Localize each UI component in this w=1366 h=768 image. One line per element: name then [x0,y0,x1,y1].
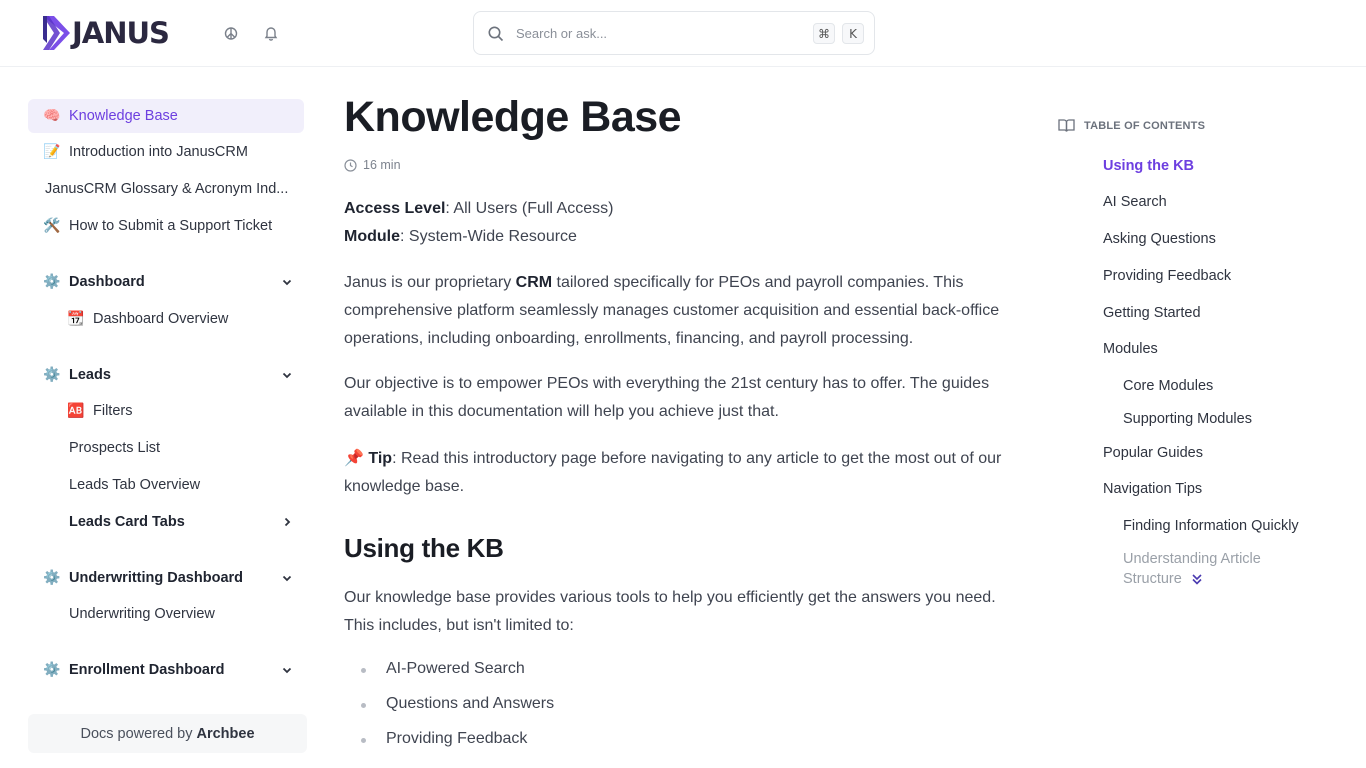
top-header: JANUS ⌘ K [0,0,1366,67]
sidebar-item-label: Knowledge Base [69,108,178,124]
chevrons-down-icon[interactable] [1190,572,1204,586]
sidebar-item-filters[interactable]: 🆎 Filters [28,394,304,428]
sidebar-item-label: Leads Card Tabs [69,514,185,530]
ab-icon: 🆎 [67,403,85,419]
article-content: Knowledge Base 16 min Access Level: All … [344,67,1029,768]
shortcut-mod-key: ⌘ [813,23,835,44]
sidebar-item-label: Enrollment Dashboard [69,662,225,678]
toc-heading-text: TABLE OF CONTENTS [1084,119,1206,132]
powered-by-archbee[interactable]: Docs powered by Archbee [28,714,307,753]
tip-paragraph: 📌 Tip: Read this introductory page befor… [344,444,1029,501]
powered-by-prefix: Docs powered by [80,725,193,742]
access-level-value: : All Users (Full Access) [445,200,614,217]
toc-item-finding-information-quickly[interactable]: Finding Information Quickly [1123,518,1299,534]
bell-icon[interactable] [260,22,282,44]
tools-icon: 🛠️ [43,218,61,234]
toc-item-using-the-kb[interactable]: Using the KB [1103,158,1194,174]
sidebar-item-label: How to Submit a Support Ticket [69,218,273,234]
sidebar-section-dashboard[interactable]: ⚙️ Dashboard [28,265,304,299]
calendar-icon: 📆 [67,311,85,327]
sidebar-item-leads-card-tabs[interactable]: Leads Card Tabs [28,505,304,539]
read-time-value: 16 min [363,158,401,172]
gear-icon: ⚙️ [43,662,61,678]
chevron-down-icon[interactable] [280,663,294,677]
shortcut-k-key: K [842,23,864,44]
sidebar-item-dashboard-overview[interactable]: 📆 Dashboard Overview [28,302,304,336]
access-level-label: Access Level [344,200,446,217]
search-icon [488,26,504,42]
list-item-text: Providing Feedback [386,730,528,747]
sidebar-item-label: Underwritting Dashboard [69,570,244,586]
sidebar-item-label: Filters [93,403,133,419]
chevron-down-icon[interactable] [280,275,294,289]
toc-item-popular-guides[interactable]: Popular Guides [1103,445,1203,461]
section-paragraph: Our knowledge base provides various tool… [344,589,996,634]
chevron-down-icon[interactable] [280,368,294,382]
tip-label: Tip [368,450,393,467]
sidebar-item-label: Leads Tab Overview [69,477,201,493]
sidebar-item-label: Introduction into JanusCRM [69,144,248,160]
sidebar-item-label: Leads [69,367,111,383]
sidebar-item-introduction[interactable]: 📝 Introduction into JanusCRM [28,135,304,169]
sidebar-item-label: Underwriting Overview [69,606,215,622]
module-label: Module [344,228,400,245]
sidebar-item-label: Dashboard Overview [93,311,229,327]
sidebar-item-label: Prospects List [69,440,161,456]
sidebar-item-glossary[interactable]: JanusCRM Glossary & Acronym Ind... [28,172,304,206]
sidebar-section-enrollment-dashboard[interactable]: ⚙️ Enrollment Dashboard [28,653,304,687]
module-value: : System-Wide Resource [400,228,577,245]
list-item-text: AI-Powered Search [386,660,525,677]
page-title: Knowledge Base [344,93,682,141]
clock-icon [344,158,357,172]
sidebar-nav: 🧠 Knowledge Base 📝 Introduction into Jan… [28,67,308,768]
chevron-right-icon[interactable] [280,515,294,529]
toc-item-modules[interactable]: Modules [1103,341,1158,357]
sidebar-item-label: Dashboard [69,274,145,290]
gear-icon: ⚙️ [43,367,61,383]
intro-bold-text: CRM [515,274,553,291]
pushpin-icon: 📌 [344,448,364,467]
sidebar-section-underwritting-dashboard[interactable]: ⚙️ Underwritting Dashboard [28,561,304,595]
toc-item-getting-started[interactable]: Getting Started [1103,305,1201,321]
intro-paragraph: Janus is our proprietary CRM tailored sp… [344,269,1029,353]
intro-text: Janus is our proprietary [344,274,516,291]
sidebar-item-support-ticket[interactable]: 🛠️ How to Submit a Support Ticket [28,209,304,243]
section-heading-using-the-kb: Using the KB [344,533,504,563]
tip-text: : Read this introductory page before nav… [344,450,1002,495]
toc-item-navigation-tips[interactable]: Navigation Tips [1103,481,1202,497]
sidebar-item-label: JanusCRM Glossary & Acronym Ind... [45,181,289,197]
search-input[interactable] [516,22,776,44]
theme-toggle-icon[interactable] [220,22,242,44]
logo-wordmark: JANUS [72,16,170,50]
module-line: Module: System-Wide Resource [344,223,1029,251]
janus-logo-mark-icon [43,16,70,50]
toc-item-providing-feedback[interactable]: Providing Feedback [1103,268,1231,284]
sidebar-item-leads-tab-overview[interactable]: Leads Tab Overview [28,468,304,502]
toc-item-asking-questions[interactable]: Asking Questions [1103,231,1216,247]
toc-item-supporting-modules[interactable]: Supporting Modules [1123,411,1252,427]
gear-icon: ⚙️ [43,274,61,290]
sidebar-item-knowledge-base[interactable]: 🧠 Knowledge Base [28,99,304,133]
table-of-contents: TABLE OF CONTENTS Using the KB AI Search… [1058,67,1358,768]
gear-icon: ⚙️ [43,570,61,586]
toc-heading: TABLE OF CONTENTS [1058,118,1205,133]
toc-item-ai-search[interactable]: AI Search [1103,194,1167,210]
memo-icon: 📝 [43,144,61,160]
book-icon [1058,119,1075,132]
toc-item-understanding-article-structure[interactable]: Understanding Article Structure [1123,549,1293,589]
sidebar-item-prospects-list[interactable]: Prospects List [28,431,304,465]
search-box[interactable]: ⌘ K [473,11,875,55]
brain-icon: 🧠 [43,108,61,124]
read-time: 16 min [344,158,401,172]
powered-by-name: Archbee [196,725,255,742]
list-item-text: Questions and Answers [386,695,555,712]
chevron-down-icon[interactable] [280,571,294,585]
sidebar-section-leads[interactable]: ⚙️ Leads [28,358,304,392]
janus-logo[interactable]: JANUS [40,12,170,54]
access-level-line: Access Level: All Users (Full Access) [344,195,1029,223]
toc-item-core-modules[interactable]: Core Modules [1123,378,1213,394]
sidebar-item-underwriting-overview[interactable]: Underwriting Overview [28,597,304,631]
objective-paragraph: Our objective is to empower PEOs with ev… [344,375,990,420]
